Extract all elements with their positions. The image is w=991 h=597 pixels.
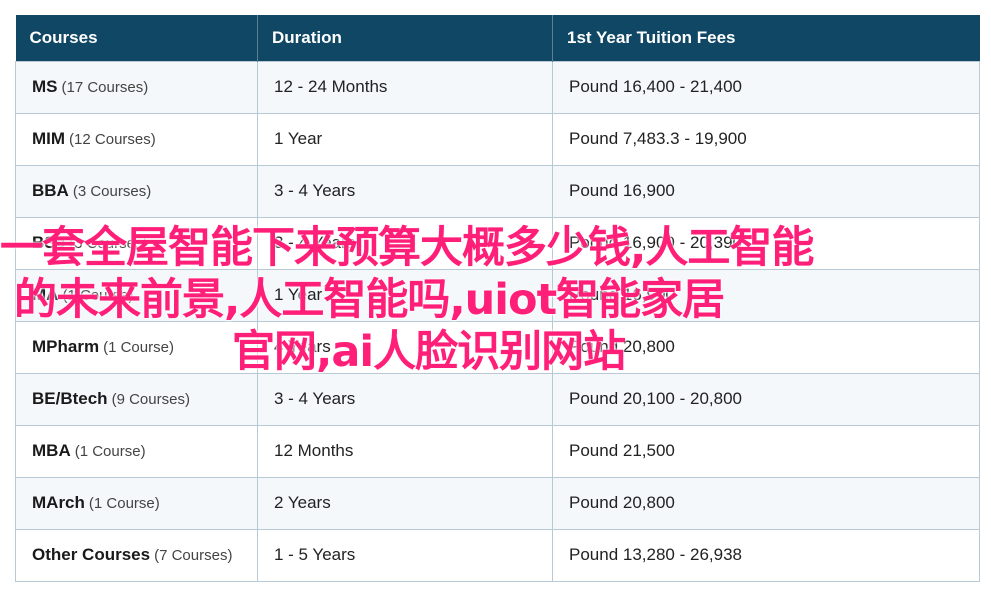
fees-cell: Pound 16,900 [552,268,980,322]
fees-cell: Pound 20,800 [552,476,980,530]
course-name[interactable]: MA [32,285,58,304]
course-cell: MIM (12 Courses) [15,112,258,166]
duration-cell: 4 Years [257,320,553,374]
table-row: MPharm (1 Course) 4 Years Pound 20,800 [15,320,980,374]
course-name[interactable]: BBA [32,181,69,200]
fees-cell: Pound 16,400 - 21,400 [552,60,980,114]
course-count: (3 Courses) [72,183,152,200]
course-count: (1 Course) [88,495,160,512]
duration-cell: 12 - 24 Months [257,60,553,114]
course-cell: BBA (3 Courses) [15,164,258,218]
tuition-fees-table: Courses Duration 1st Year Tuition Fees M… [15,15,980,582]
course-cell: MS (17 Courses) [15,60,258,114]
duration-cell: 12 Months [257,424,553,478]
course-name[interactable]: Other Courses [32,545,150,564]
course-name[interactable]: BSc [32,233,65,252]
fees-cell: Pound 20,100 - 20,800 [552,372,980,426]
course-name[interactable]: MIM [32,129,65,148]
course-cell: MA (1 Course) [15,268,258,322]
table-row: Other Courses (7 Courses) 1 - 5 Years Pou… [15,528,980,582]
course-count: (9 Courses) [111,391,190,408]
table-row: MA (1 Course) 1 Year Pound 16,900 [15,268,980,322]
table-body: MS (17 Courses) 12 - 24 Months Pound 16,4… [15,60,980,582]
course-name[interactable]: MArch [32,493,85,512]
fees-cell: Pound 20,800 [552,320,980,374]
fees-cell: Pound 21,500 [552,424,980,478]
duration-cell: 2 Years [257,476,553,530]
fees-cell: Pound 13,280 - 26,938 [552,528,980,582]
course-count: (7 Courses) [154,547,233,564]
fees-cell: Pound 16,900 - 20,390 [552,216,980,270]
duration-cell: 3 - 4 Years [257,164,553,218]
course-name[interactable]: MS [32,77,58,96]
duration-cell: 1 Year [257,112,553,166]
course-count: (3 Courses) [69,235,148,252]
table-row: MS (17 Courses) 12 - 24 Months Pound 16,4… [15,60,980,114]
course-cell: MArch (1 Course) [15,476,258,530]
duration-cell: 3 - 4 Years [257,216,553,270]
header-courses: Courses [15,15,258,61]
page: Courses Duration 1st Year Tuition Fees M… [0,0,991,597]
header-duration: Duration [257,15,553,61]
fees-cell: Pound 16,900 [552,164,980,218]
course-count: (17 Courses) [61,79,149,96]
course-name[interactable]: BE/Btech [32,389,108,408]
course-cell: MPharm (1 Course) [15,320,258,374]
course-count: (1 Course) [74,443,146,460]
course-name[interactable]: MPharm [32,337,99,356]
course-count: (1 Course) [103,339,174,356]
fees-cell: Pound 7,483.3 - 19,900 [552,112,980,166]
header-row: Courses Duration 1st Year Tuition Fees [15,15,980,61]
course-name[interactable]: MBA [32,441,71,460]
table-row: BE/Btech (9 Courses) 3 - 4 Years Pound 20… [15,372,980,426]
duration-cell: 1 Year [257,268,553,322]
table-row: BSc (3 Courses) 3 - 4 Years Pound 16,900 … [15,216,980,270]
course-count: (12 Courses) [69,131,156,148]
table-row: BBA (3 Courses) 3 - 4 Years Pound 16,900 [15,164,980,218]
table-row: MIM (12 Courses) 1 Year Pound 7,483.3 - 1… [15,112,980,166]
table-header: Courses Duration 1st Year Tuition Fees [15,15,980,61]
duration-cell: 1 - 5 Years [257,528,553,582]
course-cell: MBA (1 Course) [15,424,258,478]
course-cell: BE/Btech (9 Courses) [15,372,258,426]
table-row: MArch (1 Course) 2 Years Pound 20,800 [15,476,980,530]
course-count: (1 Course) [62,287,134,304]
course-cell: BSc (3 Courses) [15,216,258,270]
header-fees: 1st Year Tuition Fees [552,15,980,61]
duration-cell: 3 - 4 Years [257,372,553,426]
table-row: MBA (1 Course) 12 Months Pound 21,500 [15,424,980,478]
course-cell: Other Courses (7 Courses) [15,528,258,582]
